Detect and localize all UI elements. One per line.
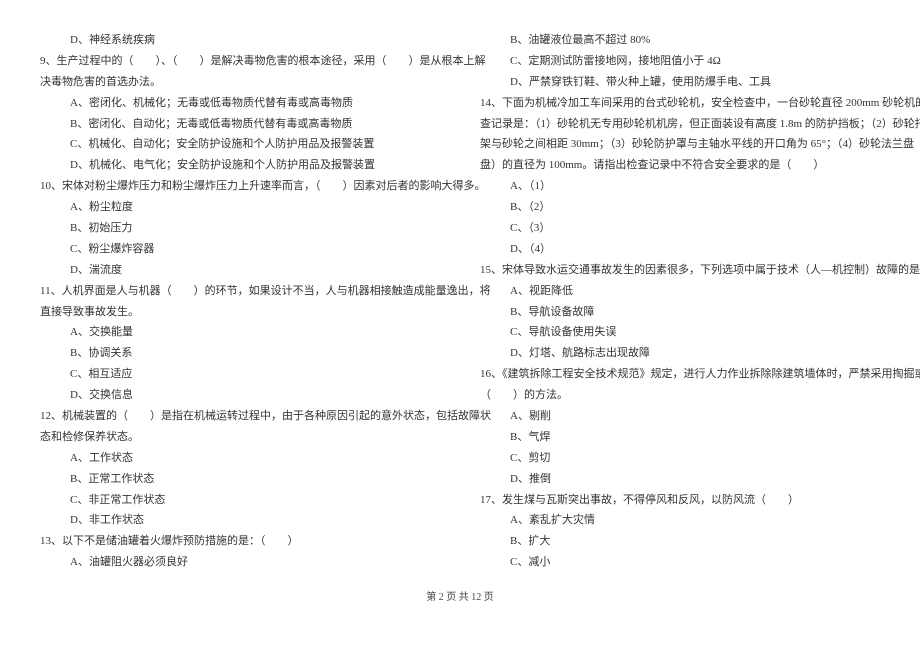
q14-opt-b: B、（2） xyxy=(480,197,880,218)
q10-stem: 10、宋体对粉尘爆炸压力和粉尘爆炸压力上升速率而言，（ ）因素对后者的影响大得多… xyxy=(40,176,440,197)
q15-opt-d: D、灯塔、航路标志出现故障 xyxy=(480,343,880,364)
q14-opt-a: A、（1） xyxy=(480,176,880,197)
q13-opt-d: D、严禁穿铁钉鞋、带火种上罐，使用防爆手电、工具 xyxy=(480,72,880,93)
q11-stem-line2: 直接导致事故发生。 xyxy=(40,302,440,323)
q9-opt-a: A、密闭化、机械化；无毒或低毒物质代替有毒或高毒物质 xyxy=(40,93,440,114)
q12-opt-a: A、工作状态 xyxy=(40,448,440,469)
q11-opt-a: A、交换能量 xyxy=(40,322,440,343)
q13-stem: 13、以下不是储油罐着火爆炸预防措施的是：（ ） xyxy=(40,531,440,552)
q15-opt-c: C、导航设备使用失误 xyxy=(480,322,880,343)
q11-opt-d: D、交换信息 xyxy=(40,385,440,406)
q11-stem-line1: 11、人机界面是人与机器（ ）的环节，如果设计不当，人与机器相接触造成能量逸出，… xyxy=(40,281,440,302)
q9-opt-c: C、机械化、自动化；安全防护设施和个人防护用品及报警装置 xyxy=(40,134,440,155)
q9-opt-b: B、密闭化、自动化；无毒或低毒物质代替有毒或高毒物质 xyxy=(40,114,440,135)
q9-stem-line2: 决毒物危害的首选办法。 xyxy=(40,72,440,93)
q14-stem-line1: 14、下面为机械冷加工车间采用的台式砂轮机，安全检查中，一台砂轮直径 200mm… xyxy=(480,93,880,114)
q8-opt-d: D、神经系统疾病 xyxy=(40,30,440,51)
q10-opt-d: D、湍流度 xyxy=(40,260,440,281)
q11-opt-c: C、相互适应 xyxy=(40,364,440,385)
q10-opt-b: B、初始压力 xyxy=(40,218,440,239)
q17-stem: 17、发生煤与瓦斯突出事故，不得停风和反风，以防风流（ ） xyxy=(480,490,880,511)
page-footer: 第 2 页 共 12 页 xyxy=(0,583,920,607)
q10-opt-a: A、粉尘粒度 xyxy=(40,197,440,218)
q16-stem-line1: 16、《建筑拆除工程安全技术规范》规定，进行人力作业拆除除建筑墙体时，严禁采用掏… xyxy=(480,364,880,385)
q14-stem-line4: 盘）的直径为 100mm。请指出检查记录中不符合安全要求的是（ ） xyxy=(480,155,880,176)
q9-stem-line1: 9、生产过程中的（ ）、（ ）是解决毒物危害的根本途径，采用（ ）是从根本上解 xyxy=(40,51,440,72)
q12-opt-d: D、非工作状态 xyxy=(40,510,440,531)
q14-stem-line2: 查记录是：（1）砂轮机无专用砂轮机机房，但正面装设有高度 1.8m 的防护挡板；… xyxy=(480,114,880,135)
q14-stem-line3: 架与砂轮之间相距 30mm；（3）砂轮防护罩与主轴水平线的开口角为 65°；（4… xyxy=(480,134,880,155)
q15-stem: 15、宋体导致水运交通事故发生的因素很多，下列选项中属于技术（人—机控制）故障的… xyxy=(480,260,880,281)
q13-opt-c: C、定期测试防雷接地网，接地阻值小于 4Ω xyxy=(480,51,880,72)
q12-stem-line1: 12、机械装置的（ ）是指在机械运转过程中，由于各种原因引起的意外状态，包括故障… xyxy=(40,406,440,427)
q16-opt-b: B、气焊 xyxy=(480,427,880,448)
q11-opt-b: B、协调关系 xyxy=(40,343,440,364)
q14-opt-c: C、（3） xyxy=(480,218,880,239)
q13-opt-a: A、油罐阻火器必须良好 xyxy=(40,552,440,573)
q16-opt-c: C、剪切 xyxy=(480,448,880,469)
q9-opt-d: D、机械化、电气化；安全防护设施和个人防护用品及报警装置 xyxy=(40,155,440,176)
left-column: D、神经系统疾病 9、生产过程中的（ ）、（ ）是解决毒物危害的根本途径，采用（… xyxy=(40,30,440,573)
q14-opt-d: D、（4） xyxy=(480,239,880,260)
q16-opt-a: A、剔削 xyxy=(480,406,880,427)
q15-opt-a: A、视距降低 xyxy=(480,281,880,302)
q17-opt-a: A、紊乱扩大灾情 xyxy=(480,510,880,531)
q17-opt-c: C、减小 xyxy=(480,552,880,573)
q16-stem-line2: （ ）的方法。 xyxy=(480,385,880,406)
q16-opt-d: D、推倒 xyxy=(480,469,880,490)
q12-opt-b: B、正常工作状态 xyxy=(40,469,440,490)
q12-stem-line2: 态和检修保养状态。 xyxy=(40,427,440,448)
q12-opt-c: C、非正常工作状态 xyxy=(40,490,440,511)
q15-opt-b: B、导航设备故障 xyxy=(480,302,880,323)
right-column: B、油罐液位最高不超过 80% C、定期测试防雷接地网，接地阻值小于 4Ω D、… xyxy=(480,30,880,573)
q10-opt-c: C、粉尘爆炸容器 xyxy=(40,239,440,260)
q17-opt-b: B、扩大 xyxy=(480,531,880,552)
q13-opt-b: B、油罐液位最高不超过 80% xyxy=(480,30,880,51)
